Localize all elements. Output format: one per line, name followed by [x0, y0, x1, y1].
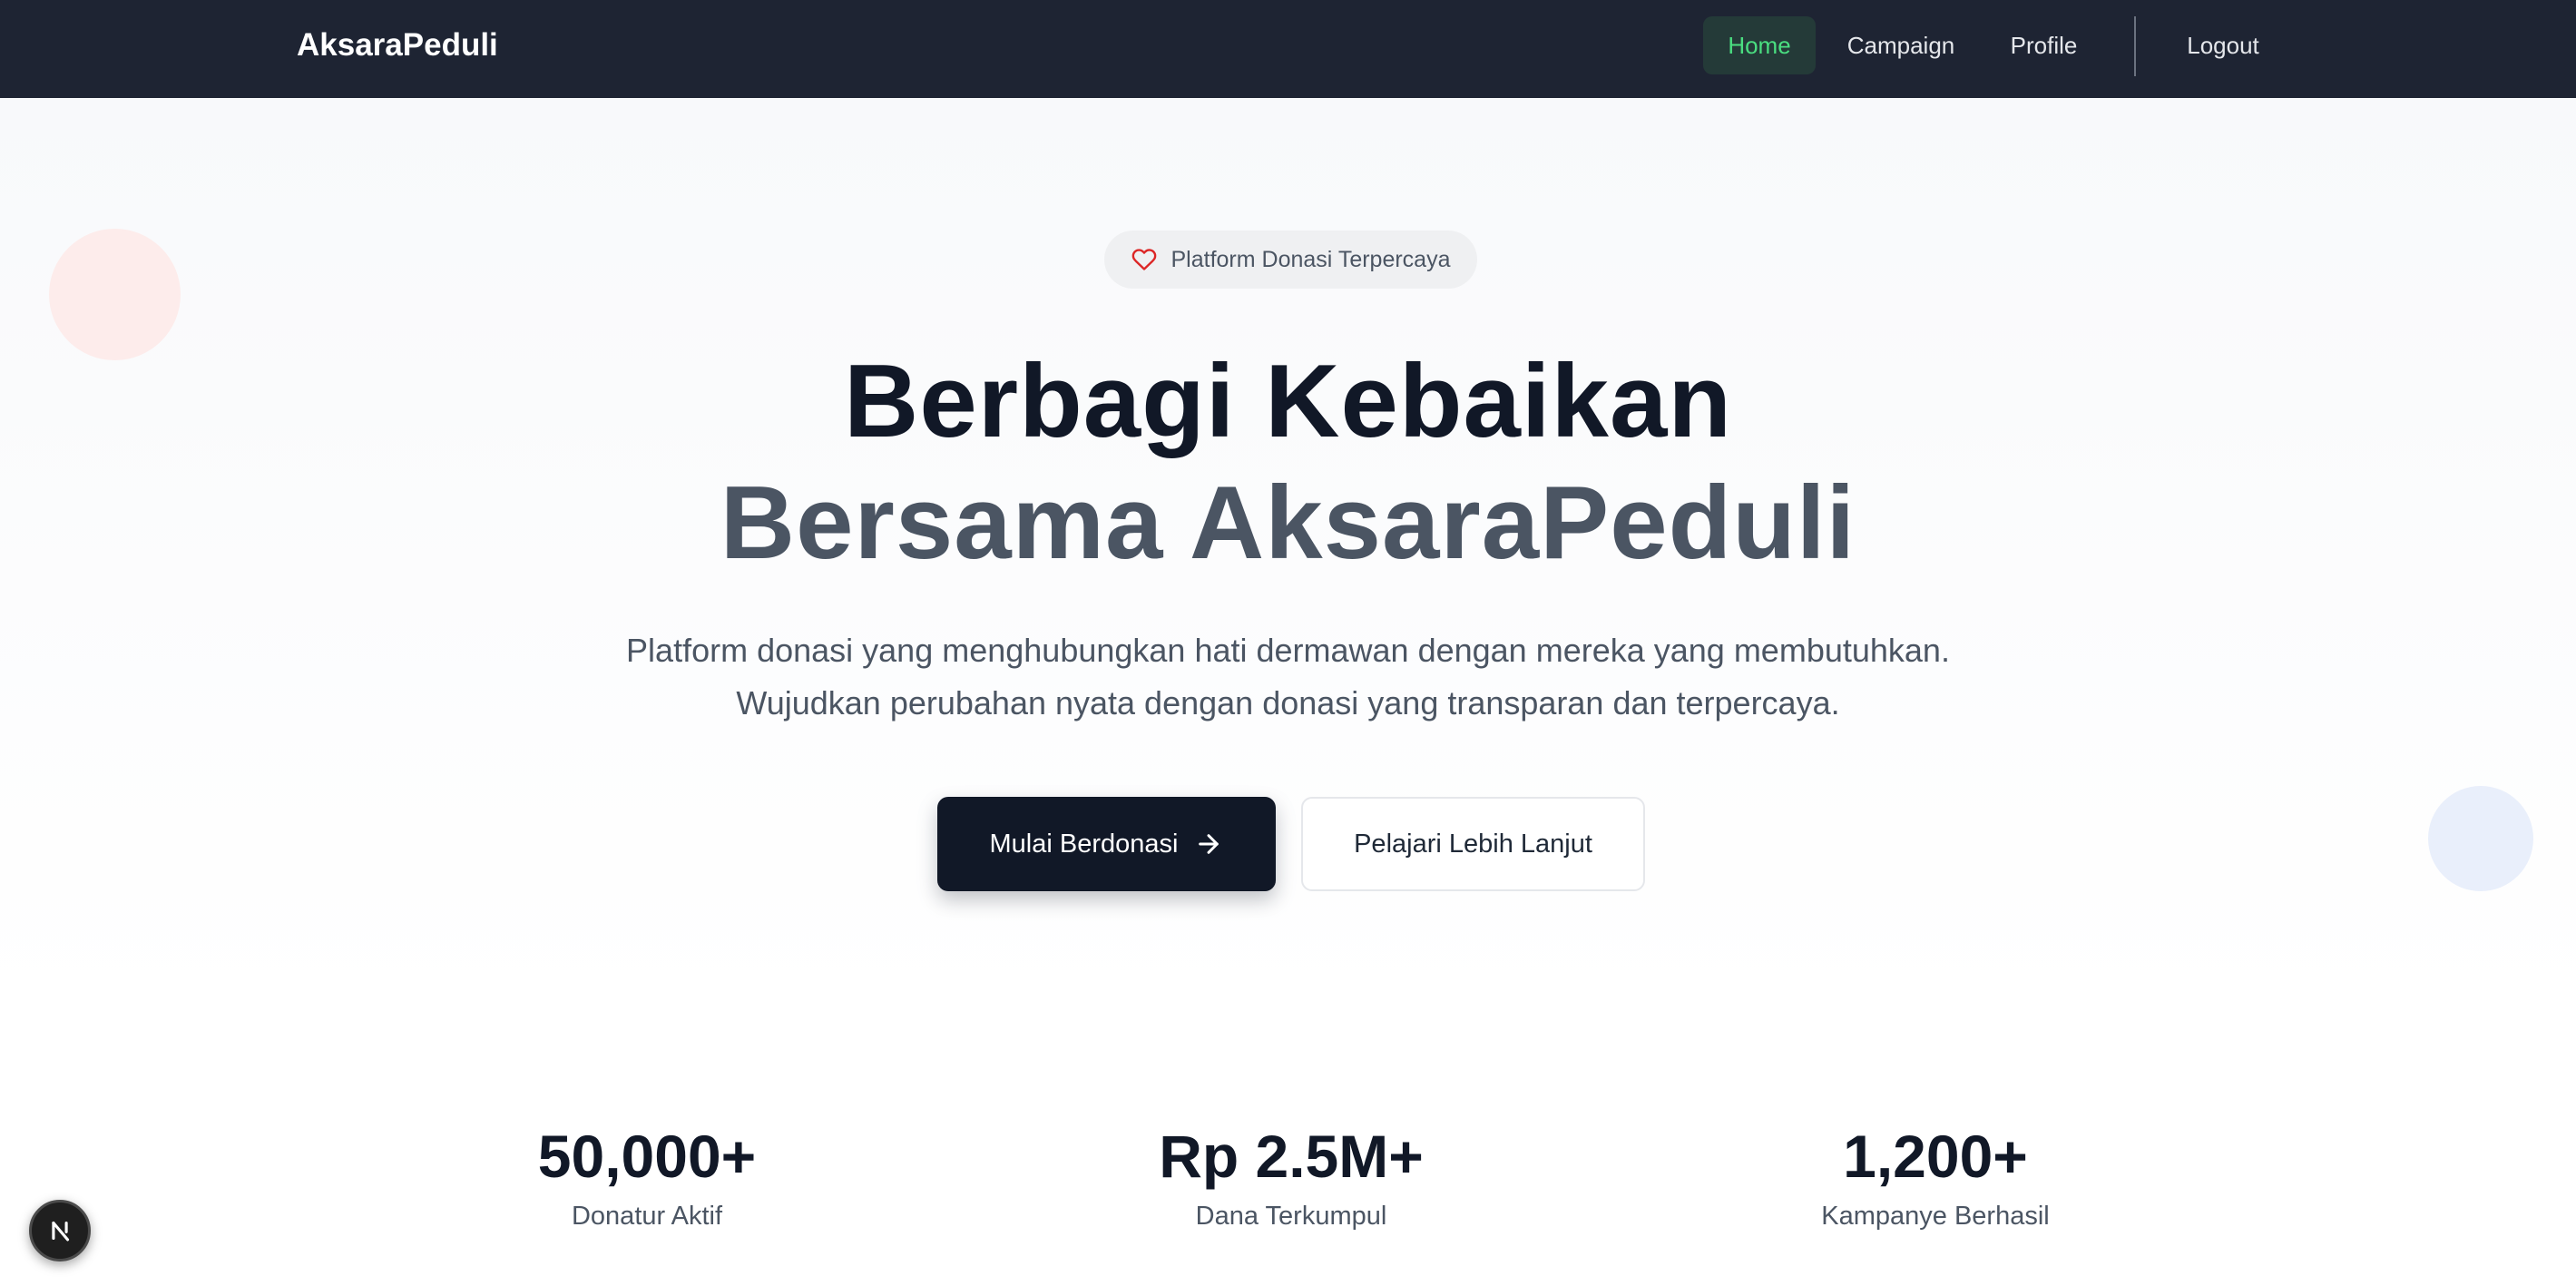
start-donating-label: Mulai Berdonasi: [989, 829, 1179, 859]
trust-badge: Platform Donasi Terpercaya: [1104, 231, 1477, 289]
hero-title-line-2: Bersama AksaraPeduli: [720, 466, 1856, 581]
hero-title-line-1: Berbagi Kebaikan: [844, 344, 1732, 459]
nextjs-dev-indicator-button[interactable]: [29, 1200, 91, 1261]
nextjs-logo-icon: [52, 1221, 70, 1242]
decorative-circle-blue: [2428, 786, 2533, 891]
stat-label: Donatur Aktif: [571, 1202, 723, 1231]
page: AksaraPeduli Home Campaign Profile Logou…: [0, 0, 2576, 1286]
learn-more-label: Pelajari Lebih Lanjut: [1354, 829, 1592, 859]
hero-subtitle-line-2: Wujudkan perubahan nyata dengan donasi y…: [736, 684, 1840, 722]
nav-item-profile[interactable]: Profile: [1987, 16, 2101, 74]
heart-icon: [1132, 249, 1157, 270]
stat-successful-campaigns: 1,200+ Kampanye Berhasil: [1663, 1118, 2208, 1236]
stat-label: Kampanye Berhasil: [1821, 1202, 2050, 1231]
hero-subtitle: Platform donasi yang menghubungkan hati …: [0, 624, 2576, 730]
stat-value: Rp 2.5M+: [1159, 1123, 1424, 1190]
start-donating-button[interactable]: Mulai Berdonasi: [937, 797, 1276, 891]
learn-more-button[interactable]: Pelajari Lebih Lanjut: [1301, 797, 1645, 891]
stat-active-donors: 50,000+ Donatur Aktif: [375, 1118, 919, 1236]
hero-subtitle-line-1: Platform donasi yang menghubungkan hati …: [626, 632, 1950, 669]
nav-item-campaign[interactable]: Campaign: [1833, 16, 1969, 74]
arrow-right-icon: [1199, 834, 1219, 854]
stat-label: Dana Terkumpul: [1195, 1202, 1387, 1231]
trust-badge-text: Platform Donasi Terpercaya: [1170, 246, 1451, 272]
nav-divider: [2134, 16, 2136, 76]
top-navbar: AksaraPeduli Home Campaign Profile Logou…: [0, 0, 2576, 98]
decorative-circle-pink: [49, 229, 181, 360]
brand-logo-text[interactable]: AksaraPeduli: [297, 25, 498, 65]
nav-item-home[interactable]: Home: [1703, 16, 1816, 74]
stat-funds-raised: Rp 2.5M+ Dana Terkumpul: [1019, 1118, 1563, 1236]
logout-button[interactable]: Logout: [2169, 16, 2277, 74]
stat-value: 50,000+: [537, 1123, 757, 1190]
stat-value: 1,200+: [1843, 1123, 2028, 1190]
